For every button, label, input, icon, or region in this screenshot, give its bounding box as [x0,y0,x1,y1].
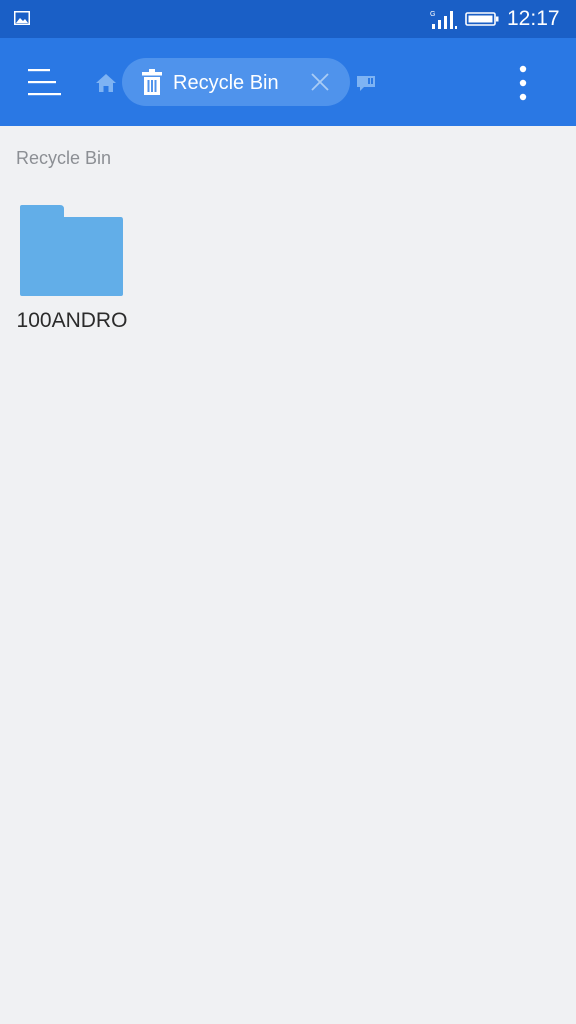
folder-name: 100ANDRO [16,309,128,332]
menu-icon[interactable] [26,68,62,98]
folder-icon [20,205,123,296]
home-icon[interactable] [95,73,117,93]
signal-icon: G [430,11,457,29]
battery-icon [465,12,499,26]
close-icon[interactable] [311,73,329,91]
trash-icon [142,69,162,95]
storage-icon[interactable] [356,74,376,92]
status-bar: G 12:17 [0,0,576,38]
more-icon[interactable] [514,64,532,102]
gallery-icon [14,11,30,25]
folder-item[interactable]: 100ANDRO [6,196,138,342]
app-bar: Recycle Bin [0,38,576,126]
path-label: Recycle Bin [16,148,112,168]
network-type-label: G [430,11,435,18]
tab-recycle-bin[interactable]: Recycle Bin [122,58,350,106]
tab-label: Recycle Bin [173,72,279,94]
clock: 12:17 [507,7,560,30]
